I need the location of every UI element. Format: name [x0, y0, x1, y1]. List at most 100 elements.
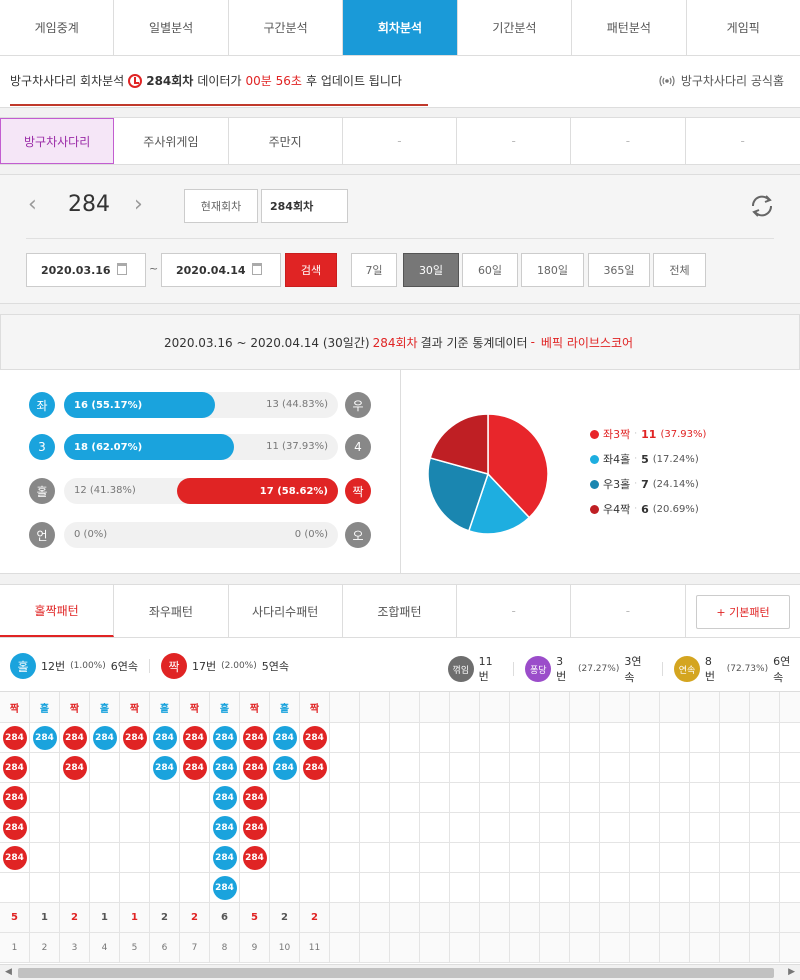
legend-value: 11 — [641, 427, 657, 441]
column-index: 8 — [221, 942, 228, 953]
column-index: 9 — [251, 942, 258, 953]
grid-cell: 284 — [300, 723, 330, 753]
period-7-days-button[interactable]: 7일 — [351, 253, 397, 287]
nav-tab-game-live[interactable]: 게임중계 — [0, 0, 115, 55]
grid-cell: 284 — [0, 843, 30, 873]
refresh-icon[interactable] — [748, 192, 776, 220]
grid-cell: 284 — [270, 753, 300, 783]
stat-bar: 12 (41.38%) 17 (58.62%) — [64, 478, 338, 504]
game-tab-dice[interactable]: 주사위게임 — [114, 118, 229, 164]
round-input[interactable]: 284회차 — [261, 189, 348, 223]
stat-left-label: 12 (41.38%) — [74, 485, 136, 496]
grid-cell — [450, 903, 480, 933]
even-ball: 284 — [2, 755, 27, 780]
odd-ball: 284 — [152, 755, 177, 780]
nav-tab-period[interactable]: 기간분석 — [458, 0, 573, 55]
odd-ball: 284 — [272, 725, 297, 750]
even-ball: 284 — [2, 725, 27, 750]
game-tab-bangucha-ladder[interactable]: 방구차사다리 — [0, 118, 115, 164]
stat-bar-fill: 18 (62.07%) — [64, 434, 234, 460]
stat-bar: 16 (55.17%) 13 (44.83%) — [64, 392, 338, 418]
pattern-tab-left-right[interactable]: 좌우패턴 — [114, 585, 229, 637]
stats-source-link[interactable]: 베픽 라이브스코어 — [541, 334, 633, 351]
grid-cell — [720, 933, 750, 963]
odd-ball: 284 — [272, 755, 297, 780]
calendar-icon[interactable] — [252, 263, 262, 275]
grid-cell — [30, 753, 60, 783]
scroll-left-icon[interactable]: ◀ — [5, 967, 12, 977]
next-round-icon[interactable]: › — [134, 192, 143, 217]
scroll-right-icon[interactable]: ▶ — [788, 967, 795, 977]
grid-cell — [690, 843, 720, 873]
grid-cell — [660, 692, 690, 723]
nav-tab-section[interactable]: 구간분석 — [229, 0, 344, 55]
legend-dot — [590, 454, 599, 464]
grid-cell — [750, 692, 780, 723]
column-count: 2 — [71, 912, 78, 923]
horizontal-scrollbar[interactable]: ◀ ▶ — [0, 964, 800, 980]
grid-cell — [0, 873, 30, 903]
grid-cell: 284 — [180, 753, 210, 783]
game-tab-empty: - — [457, 118, 572, 164]
legend-label: 좌4홀 — [603, 453, 631, 466]
grid-cell — [120, 873, 150, 903]
grid-cell — [420, 903, 450, 933]
grid-cell — [750, 783, 780, 813]
search-button[interactable]: 검색 — [285, 253, 337, 287]
grid-cell: 284 — [240, 843, 270, 873]
period-365-days-button[interactable]: 365일 — [588, 253, 650, 287]
pattern-tab-empty: - — [571, 585, 686, 637]
break-count: 11번 — [478, 654, 493, 683]
calendar-icon[interactable] — [117, 263, 127, 275]
stat-bar: 0 (0%) 0 (0%) — [64, 522, 338, 548]
grid-cell: 4 — [90, 933, 120, 963]
odd-ball: 284 — [212, 785, 237, 810]
grid-cell: 9 — [240, 933, 270, 963]
stats-mid: 결과 기준 통계데이터 — [420, 335, 528, 350]
grid-cell — [780, 783, 800, 813]
game-tab-jumanji[interactable]: 주만지 — [229, 118, 343, 164]
legend-sep: · — [634, 504, 638, 514]
basic-pattern-button[interactable]: + 기본패턴 — [696, 595, 790, 629]
period-180-days-button[interactable]: 180일 — [521, 253, 584, 287]
current-round-button[interactable]: 현재회차 — [184, 189, 258, 223]
info-round: 284회차 — [146, 74, 194, 88]
grid-cell — [540, 903, 570, 933]
grid-cell — [420, 783, 450, 813]
scroll-thumb[interactable] — [18, 968, 774, 978]
period-all-button[interactable]: 전체 — [653, 253, 706, 287]
pattern-tab-odd-even[interactable]: 홀짝패턴 — [0, 585, 115, 637]
grid-cell — [300, 813, 330, 843]
stat-right-label: 17 (58.62%) — [259, 485, 328, 497]
grid-cell: 284 — [150, 723, 180, 753]
progress-underline — [10, 104, 428, 106]
nav-tab-pattern[interactable]: 패턴분석 — [572, 0, 687, 55]
pattern-tab-combination[interactable]: 조합패턴 — [343, 585, 458, 637]
official-home-link[interactable]: 방구차사다리 공식홈 — [659, 72, 784, 89]
grid-cell — [120, 783, 150, 813]
nav-tab-game-pick[interactable]: 게임픽 — [687, 0, 800, 55]
broadcast-icon — [659, 75, 675, 86]
column-count: 1 — [101, 912, 108, 923]
grid-cell: 홀 — [210, 692, 240, 723]
pattern-tab-ladder-count[interactable]: 사다리수패턴 — [229, 585, 343, 637]
grid-cell — [420, 873, 450, 903]
grid-cell — [330, 813, 360, 843]
grid-cell — [720, 903, 750, 933]
grid-cell — [510, 723, 540, 753]
date-start-input[interactable]: 2020.03.16 — [26, 253, 146, 287]
grid-cell: 11 — [300, 933, 330, 963]
grid-cell — [300, 843, 330, 873]
consecutive-badge: 연속 — [674, 656, 700, 682]
grid-cell — [720, 873, 750, 903]
nav-tab-daily[interactable]: 일별분석 — [114, 0, 229, 55]
date-end-input[interactable]: 2020.04.14 — [161, 253, 281, 287]
grid-cell — [780, 843, 800, 873]
even-ball: 284 — [2, 845, 27, 870]
bounce-pct: (27.27%) — [577, 664, 620, 674]
prev-round-icon[interactable]: ‹ — [28, 192, 37, 217]
period-30-days-button[interactable]: 30일 — [403, 253, 459, 287]
grid-cell — [600, 753, 630, 783]
nav-tab-round[interactable]: 회차분석 — [343, 0, 458, 55]
period-60-days-button[interactable]: 60일 — [462, 253, 518, 287]
